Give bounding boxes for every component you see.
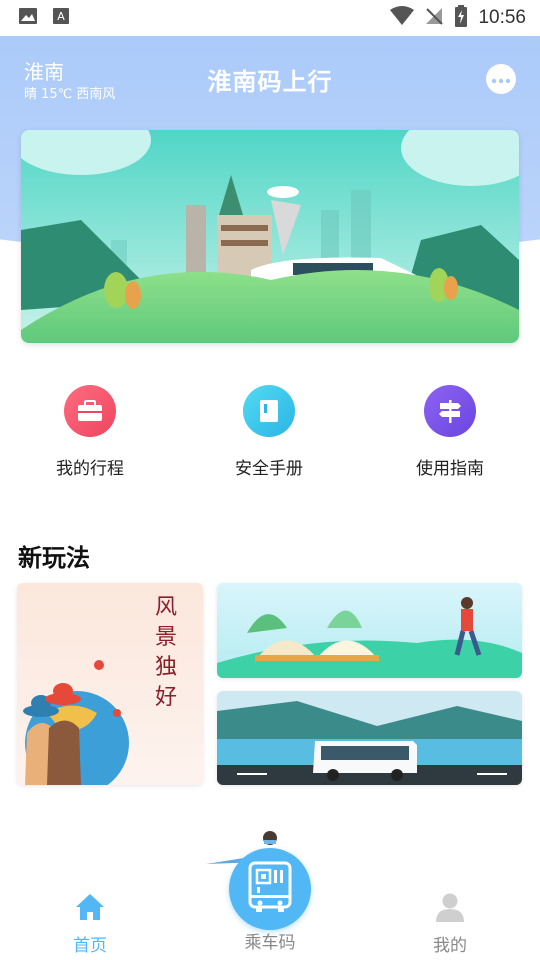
ride-code-button[interactable]: [229, 848, 311, 930]
message-button[interactable]: [486, 64, 516, 94]
nav-item-home[interactable]: 首页: [40, 892, 140, 956]
nav-label: 乘车码: [244, 933, 296, 953]
no-signal-icon: [424, 6, 444, 30]
bus-road-illustration: [217, 691, 522, 785]
scenery-card-text: 风景独好: [155, 595, 178, 710]
chat-bubble-icon: [491, 70, 511, 89]
font-notification-icon: A: [52, 7, 70, 29]
status-bar: A 10:56: [0, 0, 540, 36]
status-time: 10:56: [478, 7, 526, 28]
feature-label: 安全手册: [235, 459, 303, 479]
battery-charging-icon: [454, 5, 468, 31]
city-train-illustration: [21, 130, 519, 343]
feature-user-guide[interactable]: 使用指南: [390, 385, 510, 479]
wifi-icon: [390, 6, 415, 30]
bus-card[interactable]: [217, 691, 522, 785]
profile-icon: [434, 893, 466, 927]
briefcase-icon: [64, 385, 116, 437]
nav-label: 我的: [433, 936, 467, 956]
handbook-icon: [243, 385, 295, 437]
scenery-card[interactable]: 风景独好: [17, 583, 203, 785]
svg-text:A: A: [57, 10, 65, 23]
feature-my-trips[interactable]: 我的行程: [30, 385, 150, 479]
bus-qr-icon: [246, 861, 294, 917]
quick-features: 我的行程 安全手册 使用指南: [0, 385, 540, 485]
gallery-notification-icon: [18, 7, 38, 29]
section-title: 新玩法: [18, 544, 90, 572]
signpost-icon: [424, 385, 476, 437]
nav-item-ride-code[interactable]: 乘车码: [220, 928, 320, 953]
home-icon: [74, 894, 106, 927]
page-title: 淮南码上行: [207, 68, 333, 96]
app-header: 淮南 晴 15℃ 西南风 淮南码上行: [0, 36, 540, 116]
feature-label: 我的行程: [56, 459, 124, 479]
feature-safety-handbook[interactable]: 安全手册: [209, 385, 329, 479]
feature-label: 使用指南: [416, 459, 484, 479]
nav-label: 首页: [73, 936, 107, 956]
book-walker-illustration: [217, 583, 522, 678]
nav-item-mine[interactable]: 我的: [400, 892, 500, 956]
promo-banner[interactable]: [21, 130, 519, 343]
reading-card[interactable]: [217, 583, 522, 678]
